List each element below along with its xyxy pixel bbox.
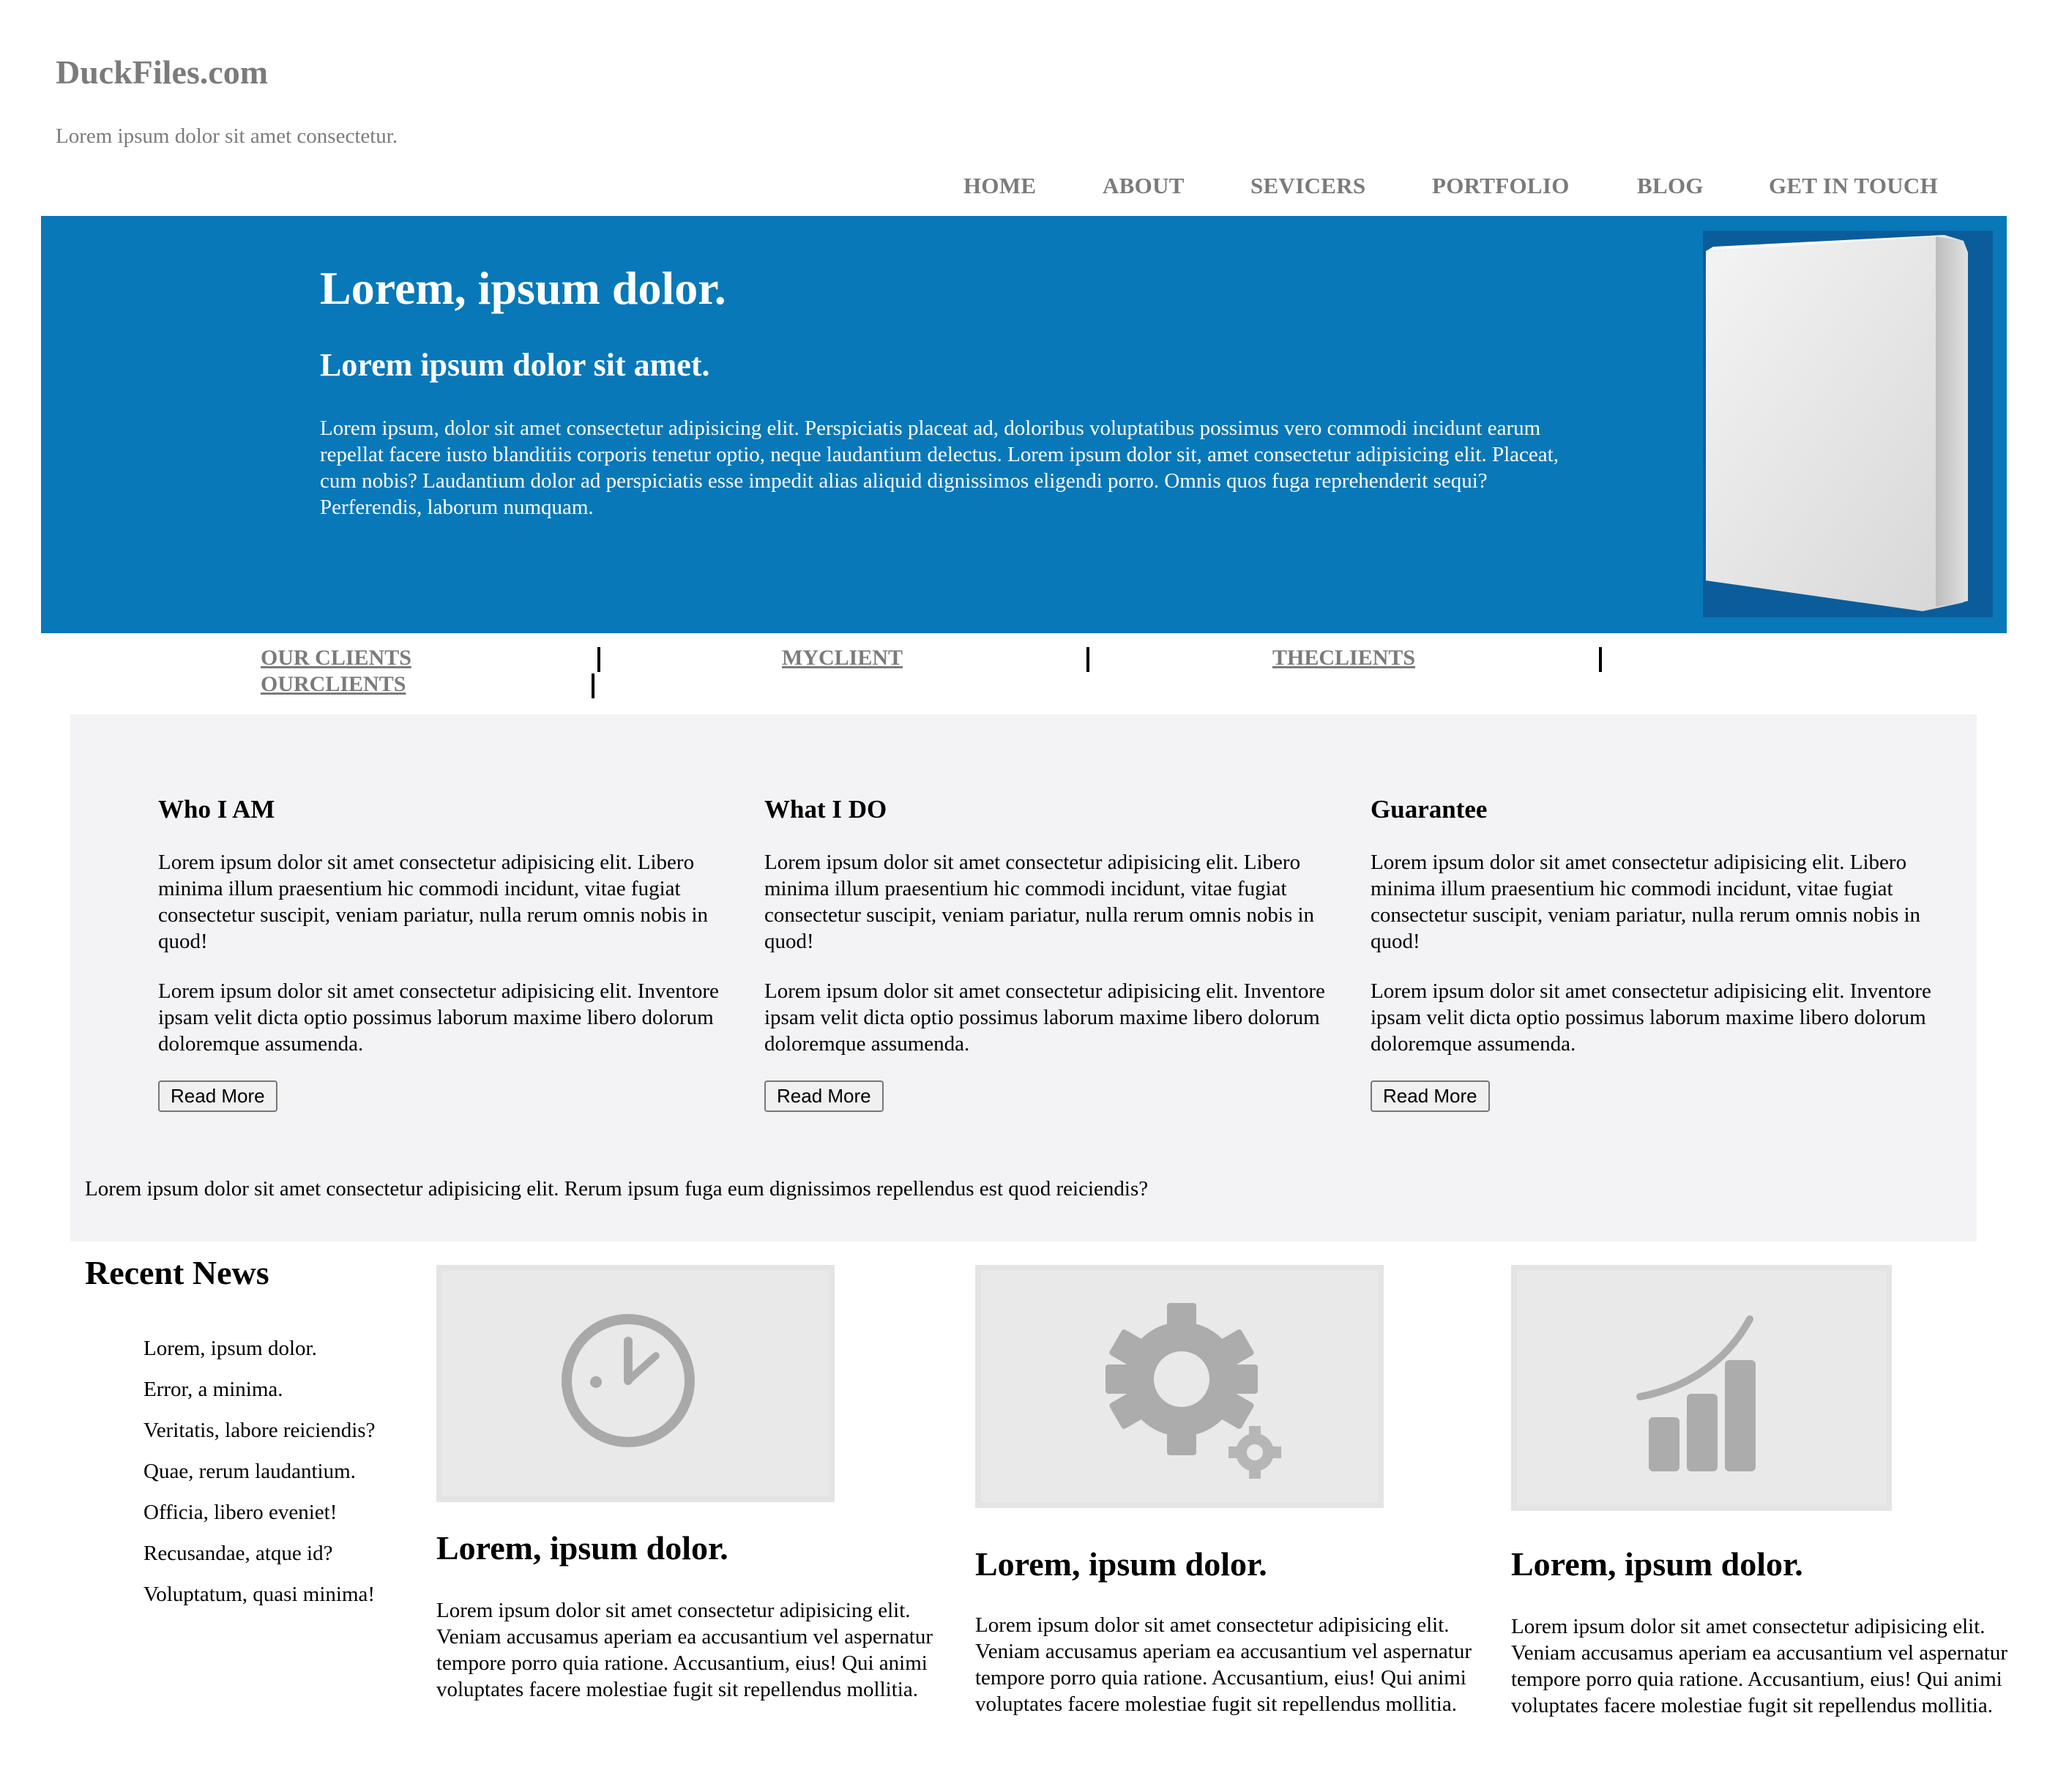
hero-title: Lorem, ipsum dolor.	[320, 262, 726, 314]
hero-subtitle: Lorem ipsum dolor sit amet.	[320, 347, 710, 383]
news-card: Lorem, ipsum dolor. Lorem ipsum dolor si…	[1511, 1265, 2031, 1719]
column-title: Who I AM	[158, 795, 275, 824]
hero-text: Lorem ipsum, dolor sit amet consectetur …	[320, 417, 1559, 519]
card-title: Lorem, ipsum dolor.	[975, 1545, 1267, 1583]
about-section: Who I AM Lorem ipsum dolor sit amet cons…	[70, 714, 1977, 1242]
client-divider	[1599, 647, 1602, 672]
news-card: Lorem, ipsum dolor. Lorem ipsum dolor si…	[975, 1265, 1510, 1717]
news-list-item[interactable]: Officia, libero eveniet!	[143, 1498, 375, 1539]
card-thumbnail	[436, 1265, 835, 1502]
about-column-who: Who I AM Lorem ipsum dolor sit amet cons…	[158, 795, 758, 1112]
read-more-button[interactable]: Read More	[158, 1080, 277, 1112]
nav-blog[interactable]: BLOG	[1637, 173, 1704, 199]
card-thumbnail	[975, 1265, 1384, 1508]
column-paragraph: Lorem ipsum dolor sit amet consectetur a…	[764, 979, 1325, 1056]
news-card: Lorem, ipsum dolor. Lorem ipsum dolor si…	[436, 1265, 971, 1703]
news-list-item[interactable]: Voluptatum, quasi minima!	[143, 1580, 375, 1621]
hero-banner: Lorem, ipsum dolor. Lorem ipsum dolor si…	[41, 216, 2007, 633]
about-column-guarantee: Guarantee Lorem ipsum dolor sit amet con…	[1371, 795, 1971, 1112]
column-title: Guarantee	[1371, 795, 1488, 824]
chart-icon	[1511, 1265, 1892, 1511]
column-paragraph: Lorem ipsum dolor sit amet consectetur a…	[1371, 851, 1921, 953]
read-more-button[interactable]: Read More	[764, 1080, 884, 1112]
recent-news-list: Lorem, ipsum dolor. Error, a minima. Ver…	[143, 1334, 375, 1621]
card-thumbnail	[1511, 1265, 1892, 1511]
read-more-button[interactable]: Read More	[1371, 1080, 1490, 1112]
about-column-what: What I DO Lorem ipsum dolor sit amet con…	[764, 795, 1365, 1112]
client-link-theclients[interactable]: THECLIENTS	[1272, 646, 1415, 671]
column-paragraph: Lorem ipsum dolor sit amet consectetur a…	[158, 979, 719, 1056]
nav-portfolio[interactable]: PORTFOLIO	[1432, 173, 1570, 199]
card-text: Lorem ipsum dolor sit amet consectetur a…	[1511, 1615, 2007, 1717]
news-list-item[interactable]: Error, a minima.	[143, 1375, 375, 1416]
client-link-ourclients[interactable]: OURCLIENTS	[261, 672, 406, 697]
nav-get-in-touch[interactable]: GET IN TOUCH	[1769, 173, 1938, 199]
news-list-item[interactable]: Recusandae, atque id?	[143, 1539, 375, 1580]
site-title: DuckFiles.com	[56, 53, 269, 91]
card-title: Lorem, ipsum dolor.	[1511, 1545, 1803, 1583]
card-text: Lorem ipsum dolor sit amet consectetur a…	[436, 1599, 933, 1701]
nav-services[interactable]: SEVICERS	[1250, 173, 1365, 199]
news-list-item[interactable]: Quae, rerum laudantium.	[143, 1457, 375, 1498]
gear-icon	[975, 1265, 1384, 1508]
client-divider	[1086, 647, 1089, 672]
nav-home[interactable]: HOME	[963, 173, 1036, 199]
site-tagline: Lorem ipsum dolor sit amet consectetur.	[56, 124, 398, 148]
nav-about[interactable]: ABOUT	[1103, 173, 1185, 199]
news-list-item[interactable]: Lorem, ipsum dolor.	[143, 1334, 375, 1375]
box-icon	[1706, 235, 1968, 611]
card-title: Lorem, ipsum dolor.	[436, 1529, 728, 1567]
news-list-item[interactable]: Veritatis, labore reiciendis?	[143, 1416, 375, 1457]
clock-icon	[436, 1265, 835, 1502]
client-link-myclient[interactable]: MYCLIENT	[782, 646, 903, 671]
recent-news-heading: Recent News	[85, 1254, 269, 1291]
client-divider	[592, 673, 594, 698]
hero-box-image	[1703, 231, 1993, 617]
column-title: What I DO	[764, 795, 887, 824]
column-paragraph: Lorem ipsum dolor sit amet consectetur a…	[1371, 979, 1931, 1056]
column-paragraph: Lorem ipsum dolor sit amet consectetur a…	[158, 851, 709, 953]
client-divider	[597, 647, 600, 672]
column-paragraph: Lorem ipsum dolor sit amet consectetur a…	[764, 851, 1315, 953]
about-footer-text: Lorem ipsum dolor sit amet consectetur a…	[85, 1177, 1149, 1201]
client-link-our-clients[interactable]: OUR CLIENTS	[261, 646, 411, 671]
card-text: Lorem ipsum dolor sit amet consectetur a…	[975, 1613, 1472, 1716]
